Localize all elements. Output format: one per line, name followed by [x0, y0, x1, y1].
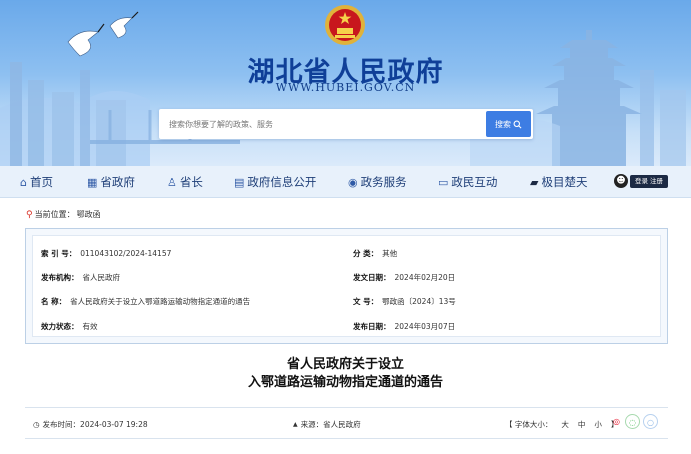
article-title-line2: 入鄂道路运输动物指定通道的通告: [247, 375, 443, 390]
nav-item-label: 省政府: [100, 175, 135, 189]
font-size-small[interactable]: 小: [594, 419, 602, 430]
info-validity: 效力状态： 有效: [41, 322, 98, 331]
info-name: 名 称： 省人民政府关于设立入鄂道路运输动物指定通道的通告: [41, 297, 251, 306]
info-index-no: 索 引 号： 011043102/2024-14157: [41, 249, 172, 258]
nav-item-label: 政民互动: [451, 175, 498, 189]
weibo-share-icon[interactable]: ◎: [609, 414, 624, 429]
nav-item-interaction[interactable]: ▭ 政民互动: [438, 166, 497, 198]
chat-icon: ▭: [438, 175, 449, 189]
font-size-label: 【 字体大小：: [505, 419, 553, 429]
site-url: WWW.HUBEI.GOV.CN: [275, 81, 416, 94]
clock-icon: ◷: [33, 419, 40, 429]
source-icon: ▲: [293, 420, 298, 428]
breadcrumb: ⚲ 当前位置： 鄂政函: [26, 209, 101, 220]
document-icon: ▤: [234, 175, 245, 189]
font-size-large[interactable]: 大: [561, 419, 569, 430]
nav-item-info-disclosure[interactable]: ▤ 政府信息公开: [234, 166, 316, 198]
nav-item-label: 极目楚天: [541, 175, 588, 189]
info-category: 分 类： 其他: [353, 249, 398, 258]
search-input[interactable]: [159, 109, 485, 139]
search-bar: 搜索: [159, 109, 533, 139]
breadcrumb-prefix: 当前位置：: [34, 210, 75, 219]
nav-item-provincial-gov[interactable]: ▦ 省政府: [87, 166, 135, 198]
search-icon: [513, 120, 522, 128]
nav-item-governor[interactable]: ♙ 省长: [167, 166, 203, 198]
nav-item-label: 首页: [29, 175, 53, 189]
home-icon: ⌂: [20, 175, 27, 189]
info-doc-no: 文 号： 鄂政函〔2024〕13号: [353, 297, 456, 306]
article-title-line1: 省人民政府关于设立: [286, 357, 404, 372]
person-icon: ♙: [167, 175, 177, 189]
car-icon: ▰: [530, 175, 539, 189]
breadcrumb-link[interactable]: 鄂政函: [77, 209, 101, 220]
publish-time: ◷ 发布时间：2024-03-07 19:28: [33, 419, 148, 429]
wechat-share-icon[interactable]: ◌: [625, 414, 640, 429]
font-size-medium[interactable]: 中: [578, 419, 586, 430]
qzone-share-icon[interactable]: ○: [643, 414, 658, 429]
nav-item-label: 政务服务: [360, 175, 407, 189]
header-banner: 湖北省人民政府 WWW.HUBEI.GOV.CN 搜索: [0, 0, 691, 166]
document-info-table: 索 引 号： 011043102/2024-14157 分 类： 其他 发布机构：省…: [32, 235, 661, 337]
main-nav: ⌂ 首页 ▦ 省政府 ♙ 省长 ▤ 政府信息公开 ◉ 政务服务 ▭ 政民互动 ▰…: [0, 166, 691, 198]
font-size-control: 【 字体大小： 大 中 小 】: [505, 408, 618, 440]
service-icon: ◉: [348, 175, 358, 189]
nav-item-home[interactable]: ⌂ 首页: [20, 166, 53, 198]
national-emblem-icon: [325, 5, 365, 45]
nav-item-jimu-chutian[interactable]: ▰ 极目楚天: [530, 166, 587, 198]
location-pin-icon: ⚲: [26, 209, 33, 220]
building-icon: ▦: [87, 175, 98, 189]
article-meta-bar: ◷ 发布时间：2024-03-07 19:28 ▲ 来源：省人民政府 【 字体大…: [25, 407, 668, 439]
article-source: ▲ 来源：省人民政府: [293, 419, 361, 429]
nav-item-gov-services[interactable]: ◉ 政务服务: [348, 166, 407, 198]
search-button-label: 搜索: [495, 119, 511, 129]
info-publish-date: 发布日期： 2024年03月07日: [353, 322, 456, 331]
nav-item-label: 政府信息公开: [247, 175, 317, 189]
document-info-card: 索 引 号： 011043102/2024-14157 分 类： 其他 发布机构：省…: [25, 228, 668, 344]
info-issue-date: 发文日期： 2024年02月20日: [353, 273, 456, 282]
info-issuer: 发布机构： 省人民政府: [41, 273, 120, 282]
search-button[interactable]: 搜索: [486, 111, 531, 137]
login-register-button[interactable]: 登录 注册: [630, 175, 668, 188]
nav-item-label: 省长: [179, 175, 203, 189]
user-avatar-icon[interactable]: ☻: [614, 174, 628, 188]
